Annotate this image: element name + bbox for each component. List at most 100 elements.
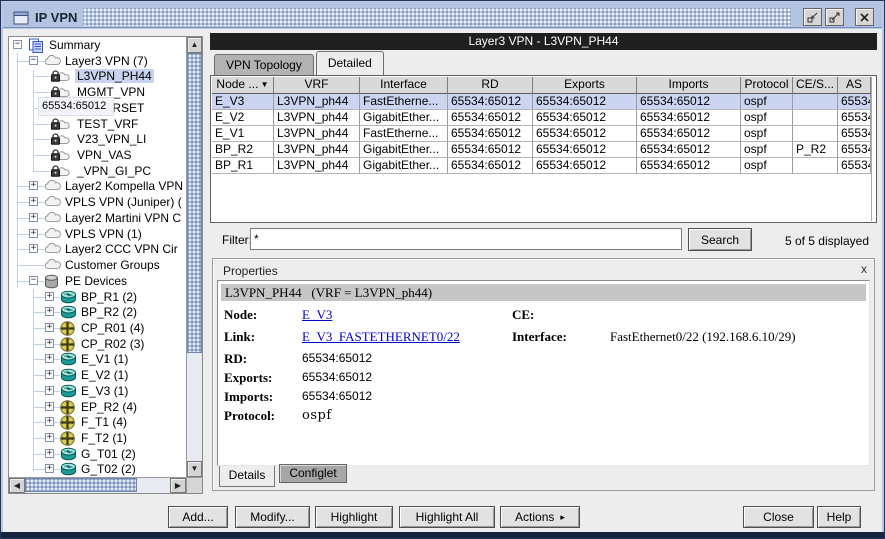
- table-cell[interactable]: E_V1: [212, 126, 274, 142]
- column-header-4[interactable]: Exports: [533, 77, 637, 94]
- table-cell[interactable]: 65534:65012: [448, 110, 533, 126]
- table-cell[interactable]: P_R2: [793, 142, 838, 158]
- column-header-0[interactable]: Node ... ▼: [212, 77, 274, 94]
- tree-item[interactable]: TEST_VRF: [9, 116, 186, 132]
- table-cell[interactable]: 65534: [838, 94, 871, 110]
- tree-item[interactable]: +Layer2 Martini VPN C: [9, 210, 186, 226]
- table-cell[interactable]: BP_R2: [212, 142, 274, 158]
- scroll-up-icon[interactable]: ▲: [187, 37, 202, 53]
- table-cell[interactable]: ospf: [741, 110, 793, 126]
- table-cell[interactable]: ospf: [741, 126, 793, 142]
- table-cell[interactable]: L3VPN_ph44: [274, 158, 360, 174]
- tree-expander-minus-icon[interactable]: −: [29, 56, 38, 65]
- table-cell[interactable]: 65534: [838, 142, 871, 158]
- table-scrollbar-track[interactable]: [871, 77, 876, 221]
- tree-expander-plus-icon[interactable]: +: [29, 181, 38, 190]
- table-cell[interactable]: 65534:65012: [448, 126, 533, 142]
- property-value-link[interactable]: E_V3: [302, 307, 332, 323]
- tree-expander-plus-icon[interactable]: +: [29, 213, 38, 222]
- tree-expander-minus-icon[interactable]: −: [13, 40, 22, 49]
- properties-close-icon[interactable]: x: [857, 262, 871, 276]
- column-header-2[interactable]: Interface: [360, 77, 448, 94]
- table-cell[interactable]: GigabitEther...: [360, 110, 448, 126]
- table-row[interactable]: BP_R2L3VPN_ph44GigabitEther...65534:6501…: [212, 142, 871, 158]
- tree-item[interactable]: −PE Devices: [9, 273, 186, 289]
- table-cell[interactable]: 65534:65012: [637, 110, 741, 126]
- table-cell[interactable]: ospf: [741, 158, 793, 174]
- tree-item[interactable]: +Layer2 CCC VPN Cir: [9, 241, 186, 257]
- tab-configlet[interactable]: Configlet: [279, 464, 347, 483]
- tree-expander-plus-icon[interactable]: +: [29, 197, 38, 206]
- tree-item[interactable]: +G_T02 (2): [9, 461, 186, 477]
- tree-item[interactable]: +Layer2 Kompella VPN: [9, 178, 186, 194]
- tree-expander-plus-icon[interactable]: +: [45, 433, 54, 442]
- tree-item[interactable]: +F_T2 (1): [9, 430, 186, 446]
- table-cell[interactable]: FastEtherne...: [360, 94, 448, 110]
- scrollbar-thumb[interactable]: [25, 478, 137, 492]
- column-header-7[interactable]: CE/S...: [793, 77, 838, 94]
- table-cell[interactable]: GigabitEther...: [360, 142, 448, 158]
- filter-input[interactable]: [250, 228, 682, 250]
- tree-item[interactable]: +VPLS VPN (1): [9, 226, 186, 242]
- table-cell[interactable]: [793, 110, 838, 126]
- highlight-button[interactable]: Highlight: [315, 506, 393, 528]
- table-cell[interactable]: 65534:65012: [637, 94, 741, 110]
- help-button[interactable]: Help: [817, 506, 861, 528]
- column-header-3[interactable]: RD: [448, 77, 533, 94]
- modify-button[interactable]: Modify...: [235, 506, 310, 528]
- table-cell[interactable]: [793, 126, 838, 142]
- tab-vpn-topology[interactable]: VPN Topology: [214, 54, 314, 75]
- tree-vertical-scrollbar[interactable]: ▲ ▼: [186, 37, 202, 477]
- add-button[interactable]: Add...: [168, 506, 228, 528]
- table-row[interactable]: E_V3L3VPN_ph44FastEtherne...65534:650126…: [212, 94, 871, 110]
- tree-item[interactable]: +VPLS VPN (Juniper) (: [9, 194, 186, 210]
- tree-item[interactable]: −Summary: [9, 37, 186, 53]
- scroll-right-icon[interactable]: ▶: [170, 478, 186, 493]
- close-icon[interactable]: [855, 8, 874, 26]
- table-cell[interactable]: [793, 94, 838, 110]
- tree-item[interactable]: Customer Groups: [9, 257, 186, 273]
- table-cell[interactable]: L3VPN_ph44: [274, 110, 360, 126]
- actions-button[interactable]: Actions▸: [500, 506, 580, 528]
- tree-item[interactable]: L3VPN_PH44: [9, 68, 186, 84]
- table-row[interactable]: E_V1L3VPN_ph44FastEtherne...65534:650126…: [212, 126, 871, 142]
- tree-expander-plus-icon[interactable]: +: [45, 464, 54, 473]
- table-cell[interactable]: E_V3: [212, 94, 274, 110]
- tree-expander-plus-icon[interactable]: +: [45, 386, 54, 395]
- table-cell[interactable]: ospf: [741, 94, 793, 110]
- tree-expander-plus-icon[interactable]: +: [45, 292, 54, 301]
- table-row[interactable]: E_V2L3VPN_ph44GigabitEther...65534:65012…: [212, 110, 871, 126]
- tree-expander-plus-icon[interactable]: +: [45, 449, 54, 458]
- table-cell[interactable]: FastEtherne...: [360, 126, 448, 142]
- highlight-all-button[interactable]: Highlight All: [399, 506, 495, 528]
- column-header-5[interactable]: Imports: [637, 77, 741, 94]
- tree-item[interactable]: +CP_R02 (3): [9, 336, 186, 352]
- column-header-8[interactable]: AS: [838, 77, 871, 94]
- table-cell[interactable]: 65534:65012: [533, 94, 637, 110]
- tree-expander-plus-icon[interactable]: +: [45, 323, 54, 332]
- tree-expander-plus-icon[interactable]: +: [45, 339, 54, 348]
- tree-expander-plus-icon[interactable]: +: [45, 354, 54, 363]
- table-row[interactable]: BP_R1L3VPN_ph44GigabitEther...65534:6501…: [212, 158, 871, 174]
- tree-item[interactable]: +BP_R1 (2): [9, 289, 186, 305]
- table-cell[interactable]: 65534:65012: [448, 142, 533, 158]
- table-cell[interactable]: GigabitEther...: [360, 158, 448, 174]
- table-cell[interactable]: L3VPN_ph44: [274, 142, 360, 158]
- tree-item[interactable]: −Layer3 VPN (7): [9, 53, 186, 69]
- table-cell[interactable]: 65534: [838, 126, 871, 142]
- table-cell[interactable]: E_V2: [212, 110, 274, 126]
- tree-item[interactable]: +G_T01 (2): [9, 446, 186, 462]
- table-cell[interactable]: 65534:65012: [533, 158, 637, 174]
- tree-expander-plus-icon[interactable]: +: [45, 417, 54, 426]
- tree-item[interactable]: +CP_R01 (4): [9, 320, 186, 336]
- tab-detailed[interactable]: Detailed: [316, 51, 384, 75]
- table-cell[interactable]: 65534:65012: [637, 158, 741, 174]
- tree-item[interactable]: +E_V2 (1): [9, 367, 186, 383]
- maximize-icon[interactable]: [825, 8, 844, 26]
- table-cell[interactable]: 65534:65012: [637, 142, 741, 158]
- tab-details[interactable]: Details: [219, 466, 275, 487]
- table-cell[interactable]: 65534:65012: [533, 110, 637, 126]
- table-cell[interactable]: 65534:65012: [637, 126, 741, 142]
- table-cell[interactable]: 65534:65012: [448, 94, 533, 110]
- table-cell[interactable]: L3VPN_ph44: [274, 94, 360, 110]
